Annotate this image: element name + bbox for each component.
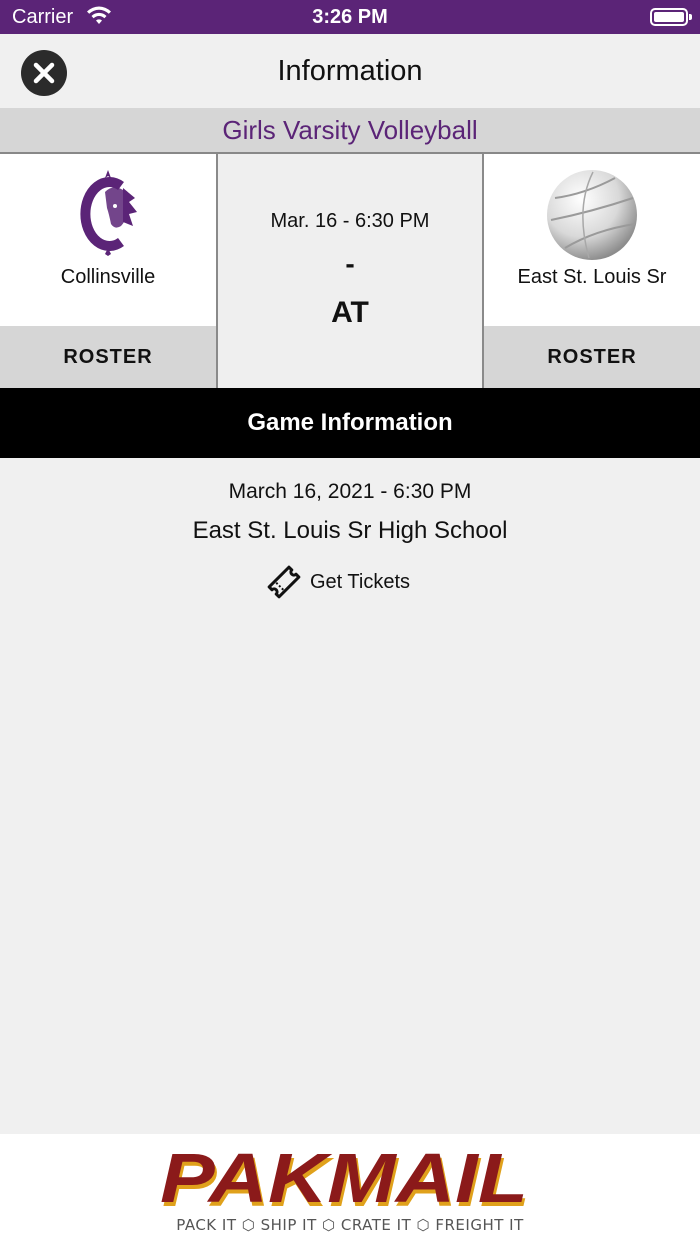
match-venue-type: AT	[331, 296, 369, 329]
match-summary: Mar. 16 - 6:30 PM - AT	[216, 154, 484, 388]
volleyball-logo	[484, 168, 700, 260]
game-location: East St. Louis Sr High School	[192, 517, 508, 544]
ad-tagline: PACK IT ⬡ SHIP IT ⬡ CRATE IT ⬡ FREIGHT I…	[176, 1216, 524, 1234]
battery-icon	[650, 8, 692, 26]
sport-title: Girls Varsity Volleyball	[222, 115, 478, 145]
home-team-name: Collinsville	[60, 266, 156, 288]
get-tickets-label: Get Tickets	[310, 570, 411, 593]
svg-text:PAKMAIL: PAKMAIL	[160, 1146, 528, 1212]
get-tickets-link[interactable]: Get Tickets	[266, 564, 410, 600]
game-information-header: Game Information	[0, 388, 700, 458]
sport-header: Girls Varsity Volleyball	[0, 108, 700, 154]
home-roster-button[interactable]: ROSTER	[0, 326, 216, 388]
nav-bar: Information	[0, 34, 700, 108]
sponsor-ad-banner[interactable]: PAKMAIL PAKMAIL PACK IT ⬡ SHIP IT ⬡ CRAT…	[0, 1134, 700, 1244]
away-team-name: East St. Louis Sr	[517, 266, 667, 288]
away-roster-button[interactable]: ROSTER	[484, 326, 700, 388]
match-score: -	[345, 248, 355, 279]
page-title: Information	[277, 55, 423, 87]
collinsville-logo	[0, 168, 216, 258]
ticket-icon	[267, 565, 301, 599]
status-time: 3:26 PM	[312, 6, 388, 28]
pakmail-logo: PAKMAIL PAKMAIL	[160, 1146, 530, 1212]
game-date: March 16, 2021 - 6:30 PM	[228, 480, 472, 503]
away-team-panel: East St. Louis Sr ROSTER	[484, 154, 700, 388]
home-team-panel: Collinsville ROSTER	[0, 154, 216, 388]
match-datetime: Mar. 16 - 6:30 PM	[270, 210, 430, 232]
status-bar: Carrier 3:26 PM	[0, 0, 700, 34]
